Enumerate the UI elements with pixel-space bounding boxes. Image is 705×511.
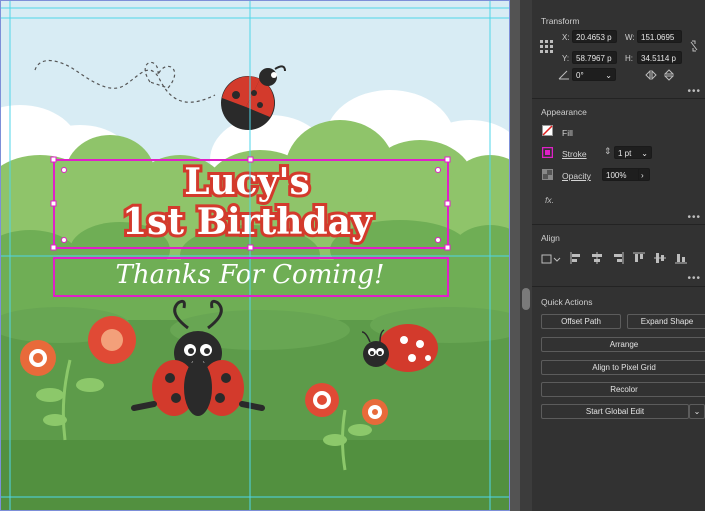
rotate-field[interactable]: 0° ⌄ [572, 68, 616, 81]
recolor-button[interactable]: Recolor [541, 382, 705, 397]
title-line-1: Lucy's [184, 161, 310, 203]
divider [532, 98, 705, 99]
y-field[interactable]: 58.7967 p [572, 51, 617, 64]
x-field[interactable]: 20.4653 p [572, 30, 617, 43]
offset-path-button[interactable]: Offset Path [541, 314, 621, 329]
divider [532, 286, 705, 287]
fill-none-icon[interactable] [542, 125, 553, 136]
canvas-area[interactable]: Lucy's 1st Birthday Thanks For Coming! [0, 0, 520, 511]
title-line-2: 1st Birthday [122, 201, 373, 243]
align-bottom-icon[interactable] [675, 252, 687, 264]
vertical-scrollbar[interactable] [520, 0, 532, 511]
quick-actions-title: Quick Actions [541, 297, 593, 307]
align-right-icon[interactable] [612, 252, 624, 264]
w-label: W: [625, 33, 635, 42]
transform-title: Transform [541, 16, 580, 26]
artboard[interactable]: Lucy's 1st Birthday Thanks For Coming! [0, 0, 510, 511]
stroke-weight-value: 1 pt [618, 149, 632, 158]
align-more-icon[interactable]: ••• [687, 273, 701, 284]
align-to-icon[interactable] [541, 253, 561, 265]
start-global-edit-button[interactable]: Start Global Edit [541, 404, 689, 419]
stroke-color-icon[interactable] [542, 147, 553, 158]
align-top-icon[interactable] [633, 252, 645, 264]
divider [532, 224, 705, 225]
stroke-weight-field[interactable]: 1 pt ⌄ [614, 146, 652, 159]
w-field[interactable]: 151.0695 [637, 30, 682, 43]
expand-shape-button[interactable]: Expand Shape [627, 314, 705, 329]
opacity-icon [542, 169, 553, 180]
chevron-down-icon[interactable]: ⌄ [605, 69, 612, 80]
chevron-right-icon[interactable]: › [638, 168, 650, 181]
x-label: X: [562, 33, 570, 42]
y-label: Y: [562, 54, 570, 63]
rotate-icon [558, 70, 569, 80]
stroke-label[interactable]: Stroke [562, 149, 587, 159]
flip-horizontal-icon[interactable] [645, 70, 657, 80]
flip-vertical-icon[interactable] [664, 69, 674, 81]
align-to-pixel-grid-button[interactable]: Align to Pixel Grid [541, 360, 705, 375]
appearance-more-icon[interactable]: ••• [687, 212, 701, 223]
arrange-button[interactable]: Arrange [541, 337, 705, 352]
properties-panel: Transform X: 20.4653 p W: 151.0695 Y: 58… [532, 0, 705, 511]
fx-icon[interactable]: fx. [545, 195, 554, 205]
h-label: H: [625, 54, 633, 63]
chevron-down-icon[interactable]: ⌄ [641, 147, 648, 158]
rotate-value: 0° [576, 71, 584, 80]
transform-more-icon[interactable]: ••• [687, 86, 701, 97]
global-edit-options-chevron-icon[interactable]: ⌄ [689, 404, 705, 419]
align-horizontal-center-icon[interactable] [591, 252, 603, 264]
align-title: Align [541, 233, 560, 243]
reference-point-icon[interactable] [540, 40, 554, 54]
constrain-proportions-icon[interactable] [689, 40, 699, 52]
h-field[interactable]: 34.5114 p [637, 51, 682, 64]
opacity-field[interactable]: 100% [602, 168, 642, 181]
appearance-title: Appearance [541, 107, 587, 117]
align-left-icon[interactable] [570, 252, 582, 264]
stepper-icon[interactable]: ⇕ [604, 146, 612, 157]
scrollbar-thumb[interactable] [522, 288, 530, 310]
align-vertical-center-icon[interactable] [654, 252, 666, 264]
fill-label: Fill [562, 128, 573, 138]
opacity-label[interactable]: Opacity [562, 171, 591, 181]
